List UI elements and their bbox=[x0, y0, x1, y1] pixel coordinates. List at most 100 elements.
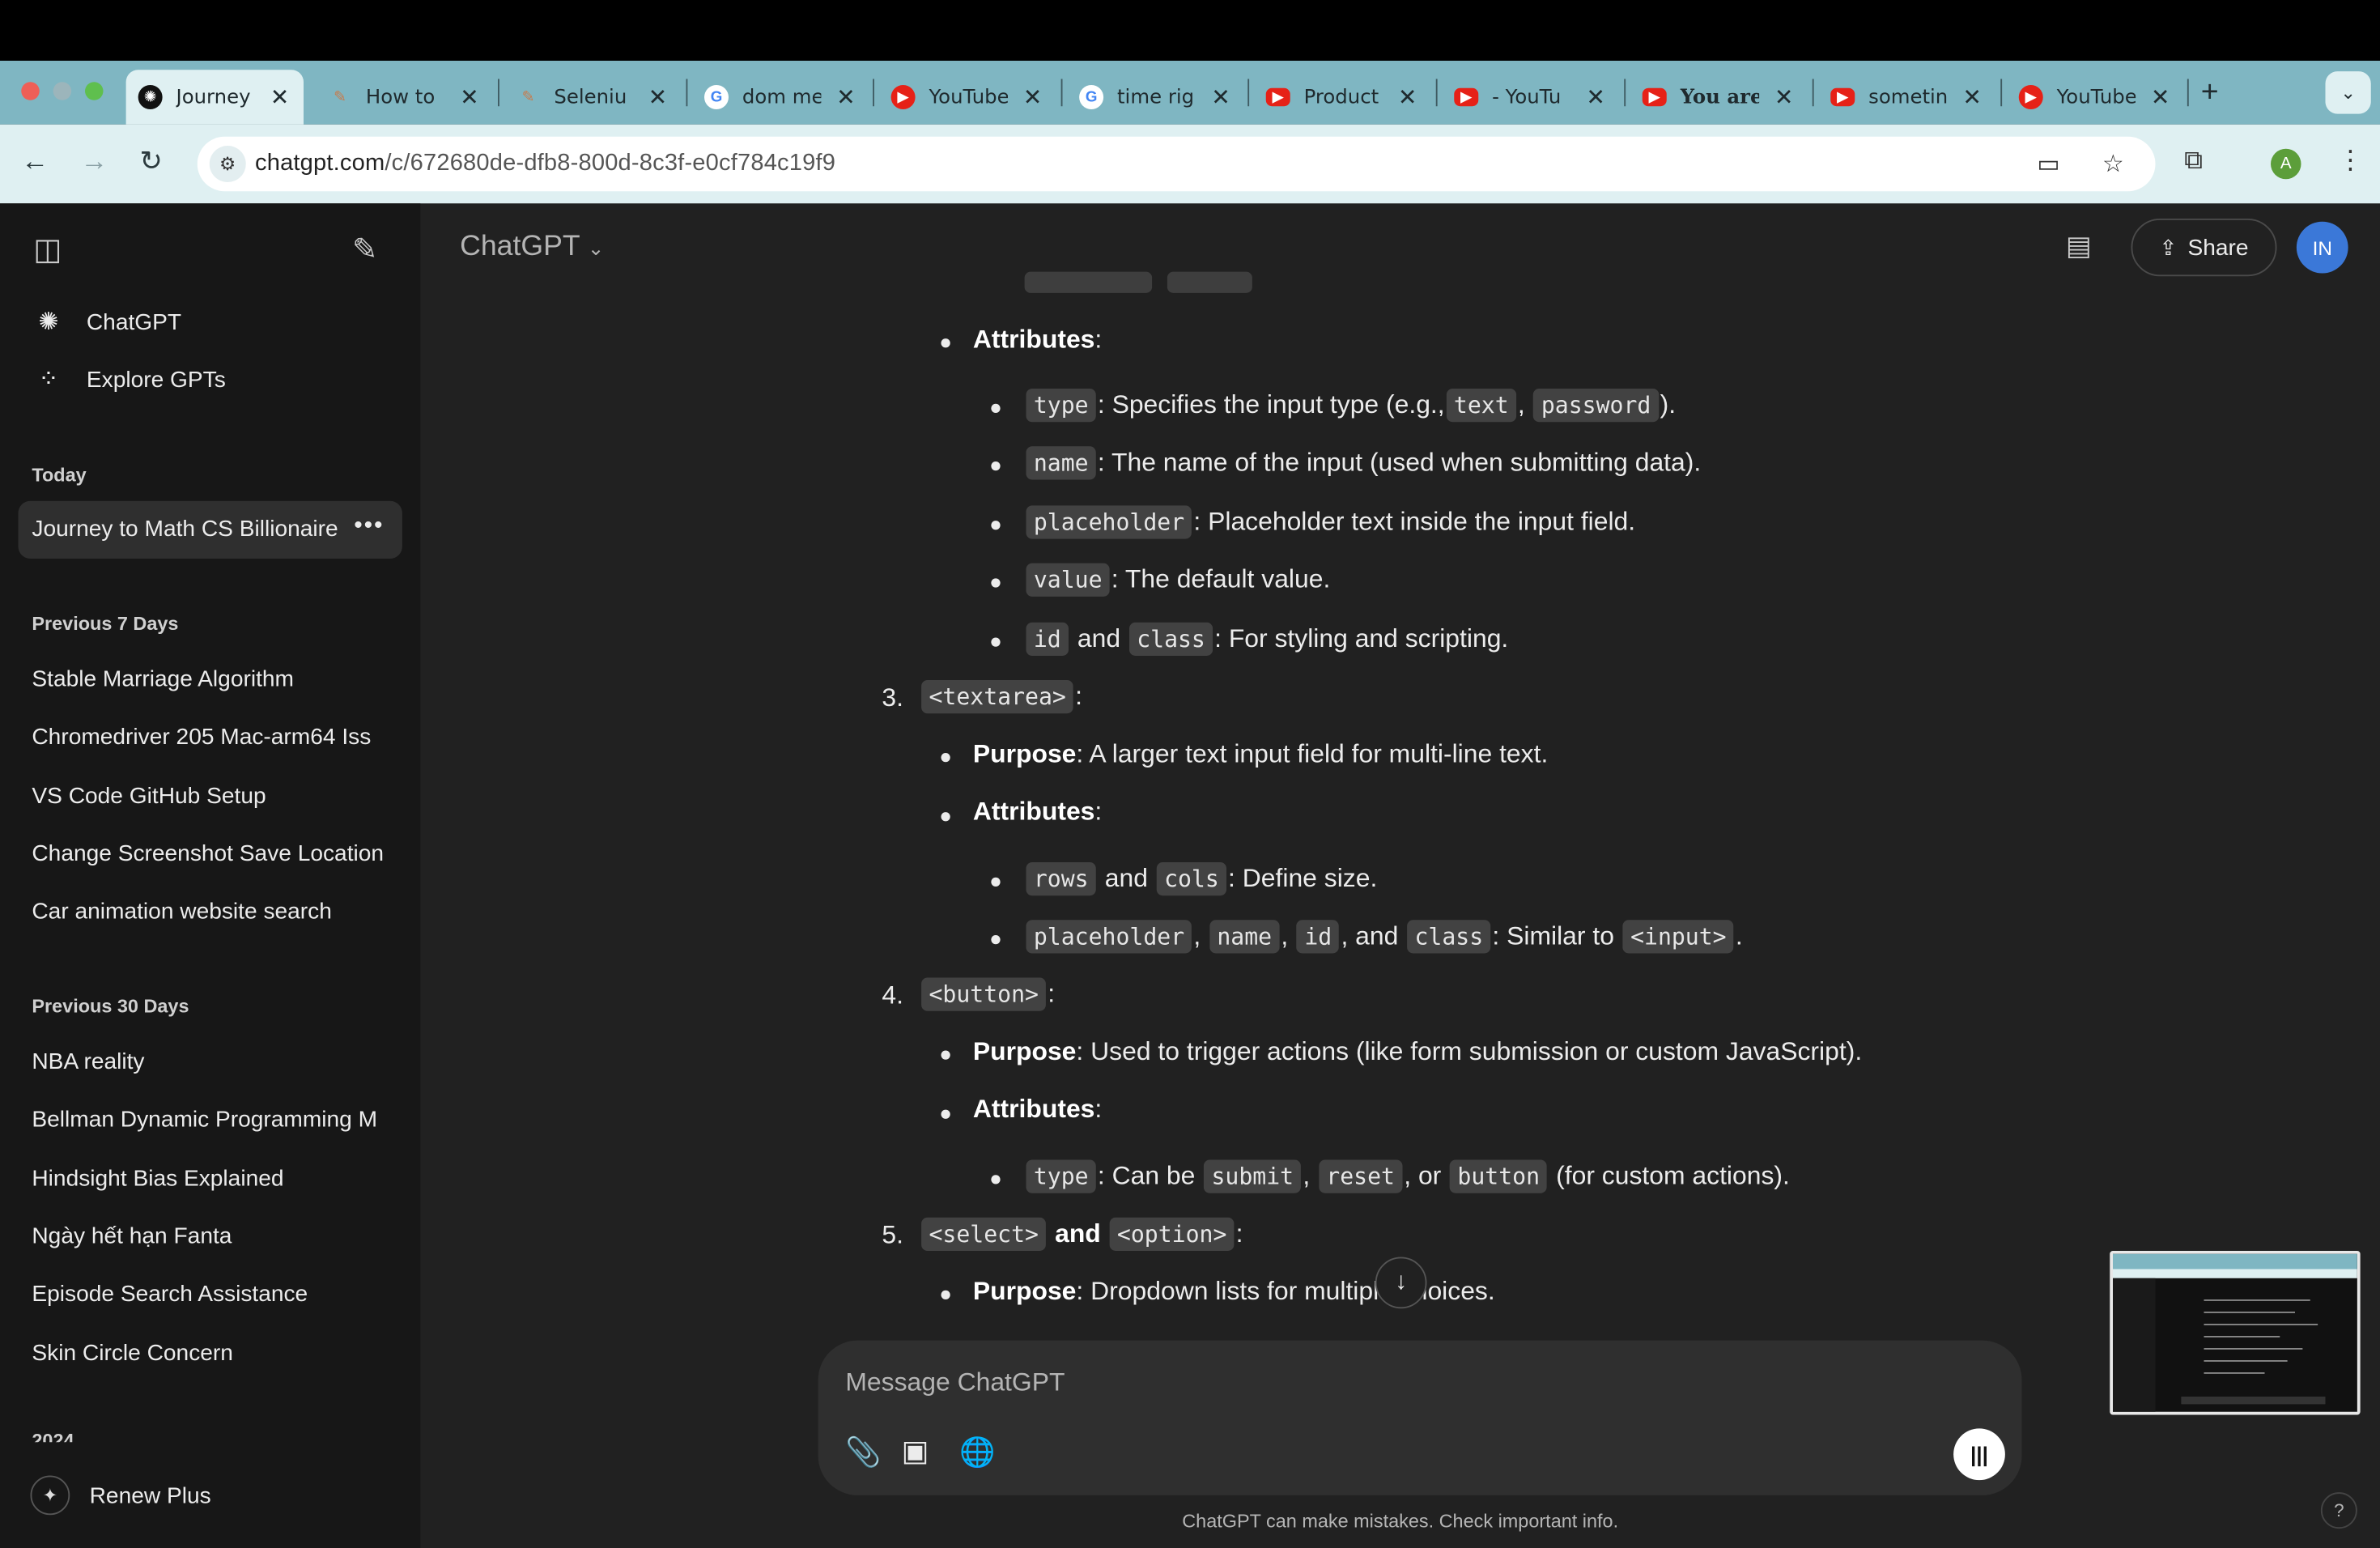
list-number: 3. bbox=[882, 683, 903, 712]
sidebar-chat[interactable]: VS Code GitHub Setup bbox=[32, 784, 390, 810]
sidebar-item-chatgpt[interactable]: ✺ ChatGPT bbox=[31, 304, 182, 340]
sidebar-chat[interactable]: Skin Circle Concern bbox=[32, 1341, 390, 1367]
chevron-down-icon[interactable]: ⌄ bbox=[2325, 71, 2371, 114]
sidebar-chat[interactable]: Change Screenshot Save Location bbox=[32, 841, 390, 867]
browser-tab[interactable]: G dom me ✕ bbox=[692, 70, 871, 125]
browser-tab[interactable]: ▶ - YouTu ✕ bbox=[1442, 70, 1621, 125]
attr-line-rows-cols: rows and cols: Define size. bbox=[1025, 862, 1377, 896]
share-icon: ⇪ bbox=[2159, 234, 2178, 259]
url-text[interactable]: chatgpt.com/c/672680de-dfb8-800d-8c3f-e0… bbox=[255, 151, 835, 178]
bullet bbox=[991, 1175, 1001, 1184]
sidebar-chat[interactable]: Car animation website search bbox=[32, 899, 390, 925]
bullet bbox=[941, 1290, 950, 1299]
new-tab-icon[interactable]: + bbox=[2201, 76, 2219, 111]
sidebar-chat[interactable]: Hindsight Bias Explained bbox=[32, 1166, 390, 1192]
macos-menu-bar bbox=[0, 0, 2380, 61]
sidebar-chat[interactable]: Stable Marriage Algorithm bbox=[32, 666, 390, 692]
close-tab-icon[interactable]: ✕ bbox=[460, 83, 479, 111]
globe-icon[interactable]: 🌐 bbox=[959, 1435, 995, 1471]
tab-label: dom me bbox=[742, 85, 822, 109]
user-avatar[interactable]: IN bbox=[2296, 221, 2348, 274]
sidebar-chat[interactable]: Ngày hết hạn Fanta bbox=[32, 1223, 390, 1249]
close-tab-icon[interactable]: ✕ bbox=[1962, 83, 1982, 111]
reload-icon[interactable]: ↻ bbox=[140, 146, 163, 177]
close-tab-icon[interactable]: ✕ bbox=[836, 83, 856, 111]
tab-label: Seleniu bbox=[554, 85, 627, 109]
share-button[interactable]: ⇪ Share bbox=[2131, 219, 2277, 277]
section-heading: 2024 bbox=[32, 1430, 74, 1443]
thumbnail-tabstrip bbox=[2113, 1253, 2357, 1269]
close-tab-icon[interactable]: ✕ bbox=[1023, 83, 1043, 111]
sidebar-item-label: ChatGPT bbox=[86, 308, 182, 335]
thumbnail-line bbox=[2204, 1299, 2310, 1301]
attr-line-button-type: type: Can be submit, reset, or button (f… bbox=[1025, 1159, 1790, 1193]
thumbnail-line bbox=[2204, 1312, 2295, 1313]
forward-icon[interactable]: → bbox=[80, 146, 108, 177]
help-icon[interactable]: ? bbox=[2320, 1492, 2357, 1529]
sidebar-chat[interactable]: Bellman Dynamic Programming M bbox=[32, 1107, 390, 1133]
profile-avatar[interactable]: A bbox=[2271, 148, 2301, 180]
tab-separator bbox=[2187, 79, 2189, 107]
attach-icon[interactable]: 📎 bbox=[845, 1435, 881, 1471]
close-window-icon[interactable] bbox=[21, 82, 40, 100]
screenshot-thumbnail[interactable] bbox=[2110, 1251, 2361, 1415]
sidebar-item-label: Explore GPTs bbox=[86, 366, 226, 393]
sidebar-chat-active[interactable]: Journey to Math CS Billionaire ••• bbox=[18, 500, 402, 559]
sidebar-chat[interactable]: Chromedriver 205 Mac-arm64 Iss bbox=[32, 724, 390, 750]
minimize-window-icon[interactable] bbox=[53, 82, 72, 100]
browser-tab[interactable]: ▶ sometin ✕ bbox=[1818, 70, 1997, 125]
bullet bbox=[991, 637, 1001, 647]
tools-icon[interactable]: ▣ bbox=[902, 1435, 929, 1469]
more-options-icon[interactable]: ••• bbox=[354, 513, 384, 541]
browser-tab[interactable]: ▶ You are ✕ bbox=[1630, 70, 1809, 125]
scroll-to-bottom-button[interactable]: ↓ bbox=[1375, 1257, 1427, 1309]
browser-tab[interactable]: ▶ YouTube ✕ bbox=[2007, 70, 2186, 125]
claude-icon: ✎ bbox=[521, 88, 535, 106]
browser-tab[interactable]: ✎ Seleniu ✕ bbox=[504, 70, 683, 125]
browser-tab[interactable]: ✎ How to ✕ bbox=[316, 70, 495, 125]
back-icon[interactable]: ← bbox=[21, 146, 49, 177]
bullet bbox=[991, 403, 1001, 413]
sidebar-toggle-icon[interactable]: ◫ bbox=[33, 231, 62, 269]
bookmark-star-icon[interactable]: ☆ bbox=[2102, 149, 2124, 180]
more-menu-icon[interactable]: ⋮ bbox=[2338, 146, 2364, 176]
fullscreen-window-icon[interactable] bbox=[85, 82, 104, 100]
close-tab-icon[interactable]: ✕ bbox=[648, 83, 668, 111]
tab-label: How to bbox=[365, 85, 436, 109]
close-tab-icon[interactable]: ✕ bbox=[1398, 83, 1417, 111]
card-icon[interactable]: ▭ bbox=[2037, 149, 2059, 180]
tab-separator bbox=[498, 79, 499, 107]
sidebar-item-explore-gpts[interactable]: ⁘ Explore GPTs bbox=[31, 361, 226, 398]
browser-tab[interactable]: ▶ YouTube ✕ bbox=[879, 70, 1058, 125]
new-chat-icon[interactable]: ✎ bbox=[352, 231, 377, 269]
message-input[interactable] bbox=[845, 1364, 1908, 1401]
address-bar[interactable]: ⚙ chatgpt.com/c/672680de-dfb8-800d-8c3f-… bbox=[197, 136, 2156, 192]
button-purpose: Purpose: Used to trigger actions (like f… bbox=[972, 1036, 1863, 1066]
tab-label: sometin bbox=[1868, 85, 1948, 109]
sidebar-chat[interactable]: NBA reality bbox=[32, 1049, 390, 1075]
youtube-icon: ▶ bbox=[1454, 87, 1479, 107]
attr-line-similar: placeholder, name, id, and class: Simila… bbox=[1025, 920, 1743, 954]
tab-label: time rig bbox=[1117, 85, 1195, 109]
close-tab-icon[interactable]: ✕ bbox=[270, 83, 290, 111]
google-icon: G bbox=[1079, 85, 1104, 109]
close-tab-icon[interactable]: ✕ bbox=[1774, 83, 1794, 111]
document-icon[interactable]: ▤ bbox=[2066, 231, 2092, 262]
extensions-icon[interactable]: ⧉ bbox=[2184, 146, 2203, 176]
voice-mode-button[interactable]: ||| bbox=[1953, 1428, 2005, 1481]
close-tab-icon[interactable]: ✕ bbox=[1586, 83, 1605, 111]
share-label: Share bbox=[2187, 234, 2249, 261]
site-settings-icon[interactable]: ⚙ bbox=[209, 146, 246, 182]
chat-content: Attributes: type: Specifies the input ty… bbox=[820, 203, 2034, 1336]
browser-tab[interactable]: G time rig ✕ bbox=[1067, 70, 1246, 125]
textarea-purpose: Purpose: A larger text input field for m… bbox=[972, 739, 1549, 768]
browser-tab[interactable]: ✺ Journey ✕ bbox=[125, 70, 304, 125]
tab-separator bbox=[873, 79, 874, 107]
close-tab-icon[interactable]: ✕ bbox=[2151, 83, 2170, 111]
renew-plus-button[interactable]: ✦ Renew Plus bbox=[30, 1475, 211, 1516]
model-selector[interactable]: ChatGPT ⌄ bbox=[460, 231, 604, 264]
sidebar-chat[interactable]: Episode Search Assistance bbox=[32, 1282, 390, 1308]
browser-tab[interactable]: ▶ Product ✕ bbox=[1254, 70, 1433, 125]
claude-icon: ✎ bbox=[334, 88, 346, 106]
close-tab-icon[interactable]: ✕ bbox=[1211, 83, 1230, 111]
